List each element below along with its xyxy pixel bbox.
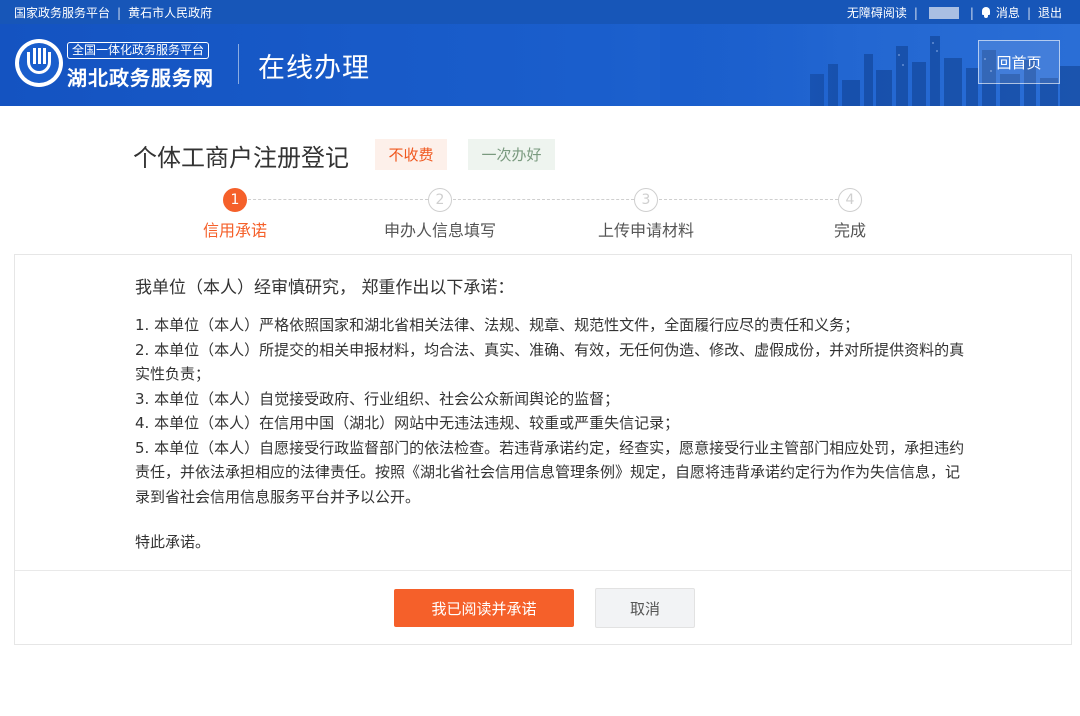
brand-title[interactable]: 湖北政务服务网 <box>67 62 214 91</box>
credit-pledge-card: 我单位（本人）经审慎研究， 郑重作出以下承诺： 1. 本单位（本人）严格依照国家… <box>14 254 1072 645</box>
pledge-item: 2. 本单位（本人）所提交的相关申报材料，均合法、真实、准确、有效，无任何伪造、… <box>135 340 965 384</box>
pledge-item: 3. 本单位（本人）自觉接受政府、行业组织、社会公众新闻舆论的监督； <box>135 389 620 408</box>
huangshi-gov-link[interactable]: 黄石市人民政府 <box>128 4 212 21</box>
step-4-circle: 4 <box>838 188 862 212</box>
separator: | <box>913 5 918 20</box>
separator: | <box>117 5 122 20</box>
step-3-circle: 3 <box>634 188 658 212</box>
user-name-masked[interactable] <box>928 6 959 19</box>
agree-and-pledge-button[interactable]: 我已阅读并承诺 <box>394 589 574 627</box>
step-2-label: 申办人信息填写 <box>383 221 497 240</box>
header-divider <box>238 44 239 84</box>
step-connector <box>453 199 634 200</box>
home-button[interactable]: 回首页 <box>978 40 1060 84</box>
pledge-item: 5. 本单位（本人）自愿接受行政监督部门的依法检查。若违背承诺约定，经查实，愿意… <box>135 438 965 506</box>
site-logo-emblem[interactable] <box>15 39 63 87</box>
site-header: 全国一体化政务服务平台 湖北政务服务网 在线办理 回首页 <box>0 24 1080 106</box>
step-3-label: 上传申请材料 <box>597 221 695 240</box>
pledge-list: 1. 本单位（本人）严格依照国家和湖北省相关法律、法规、规章、规范性文件，全面履… <box>135 313 965 509</box>
step-connector <box>248 199 428 200</box>
card-divider <box>15 570 1071 571</box>
messages-link[interactable]: 消息 <box>996 4 1020 21</box>
step-4-label: 完成 <box>833 221 867 240</box>
top-utility-bar: 国家政务服务平台 | 黄石市人民政府 无障碍阅读 | | 消息 | 退出 <box>0 0 1080 24</box>
tag-one-visit: 一次办好 <box>468 139 555 170</box>
accessibility-link[interactable]: 无障碍阅读 <box>847 4 907 21</box>
pledge-heading: 我单位（本人）经审慎研究， 郑重作出以下承诺： <box>135 278 515 298</box>
step-1-label: 信用承诺 <box>202 221 268 240</box>
logout-link[interactable]: 退出 <box>1038 4 1062 21</box>
pledge-item: 4. 本单位（本人）在信用中国（湖北）网站中无违法违规、较重或严重失信记录； <box>135 414 680 432</box>
separator: | <box>969 5 974 20</box>
tag-free-of-charge: 不收费 <box>375 139 447 170</box>
brand-subtitle: 全国一体化政务服务平台 <box>67 42 210 59</box>
bell-icon[interactable] <box>981 7 991 18</box>
step-1-circle: 1 <box>223 188 247 212</box>
pledge-closing: 特此承诺。 <box>135 533 211 551</box>
national-platform-link[interactable]: 国家政务服务平台 <box>14 4 110 21</box>
step-2-circle: 2 <box>428 188 452 212</box>
progress-steps: 1 2 3 4 信用承诺 申办人信息填写 上传申请材料 完成 <box>0 185 1080 245</box>
cancel-button[interactable]: 取消 <box>595 588 695 628</box>
page-title: 个体工商户注册登记 <box>133 144 349 172</box>
separator: | <box>1026 5 1031 20</box>
section-title: 在线办理 <box>258 53 370 84</box>
pledge-item: 1. 本单位（本人）严格依照国家和湖北省相关法律、法规、规章、规范性文件，全面履… <box>135 316 860 334</box>
step-connector <box>659 199 838 200</box>
